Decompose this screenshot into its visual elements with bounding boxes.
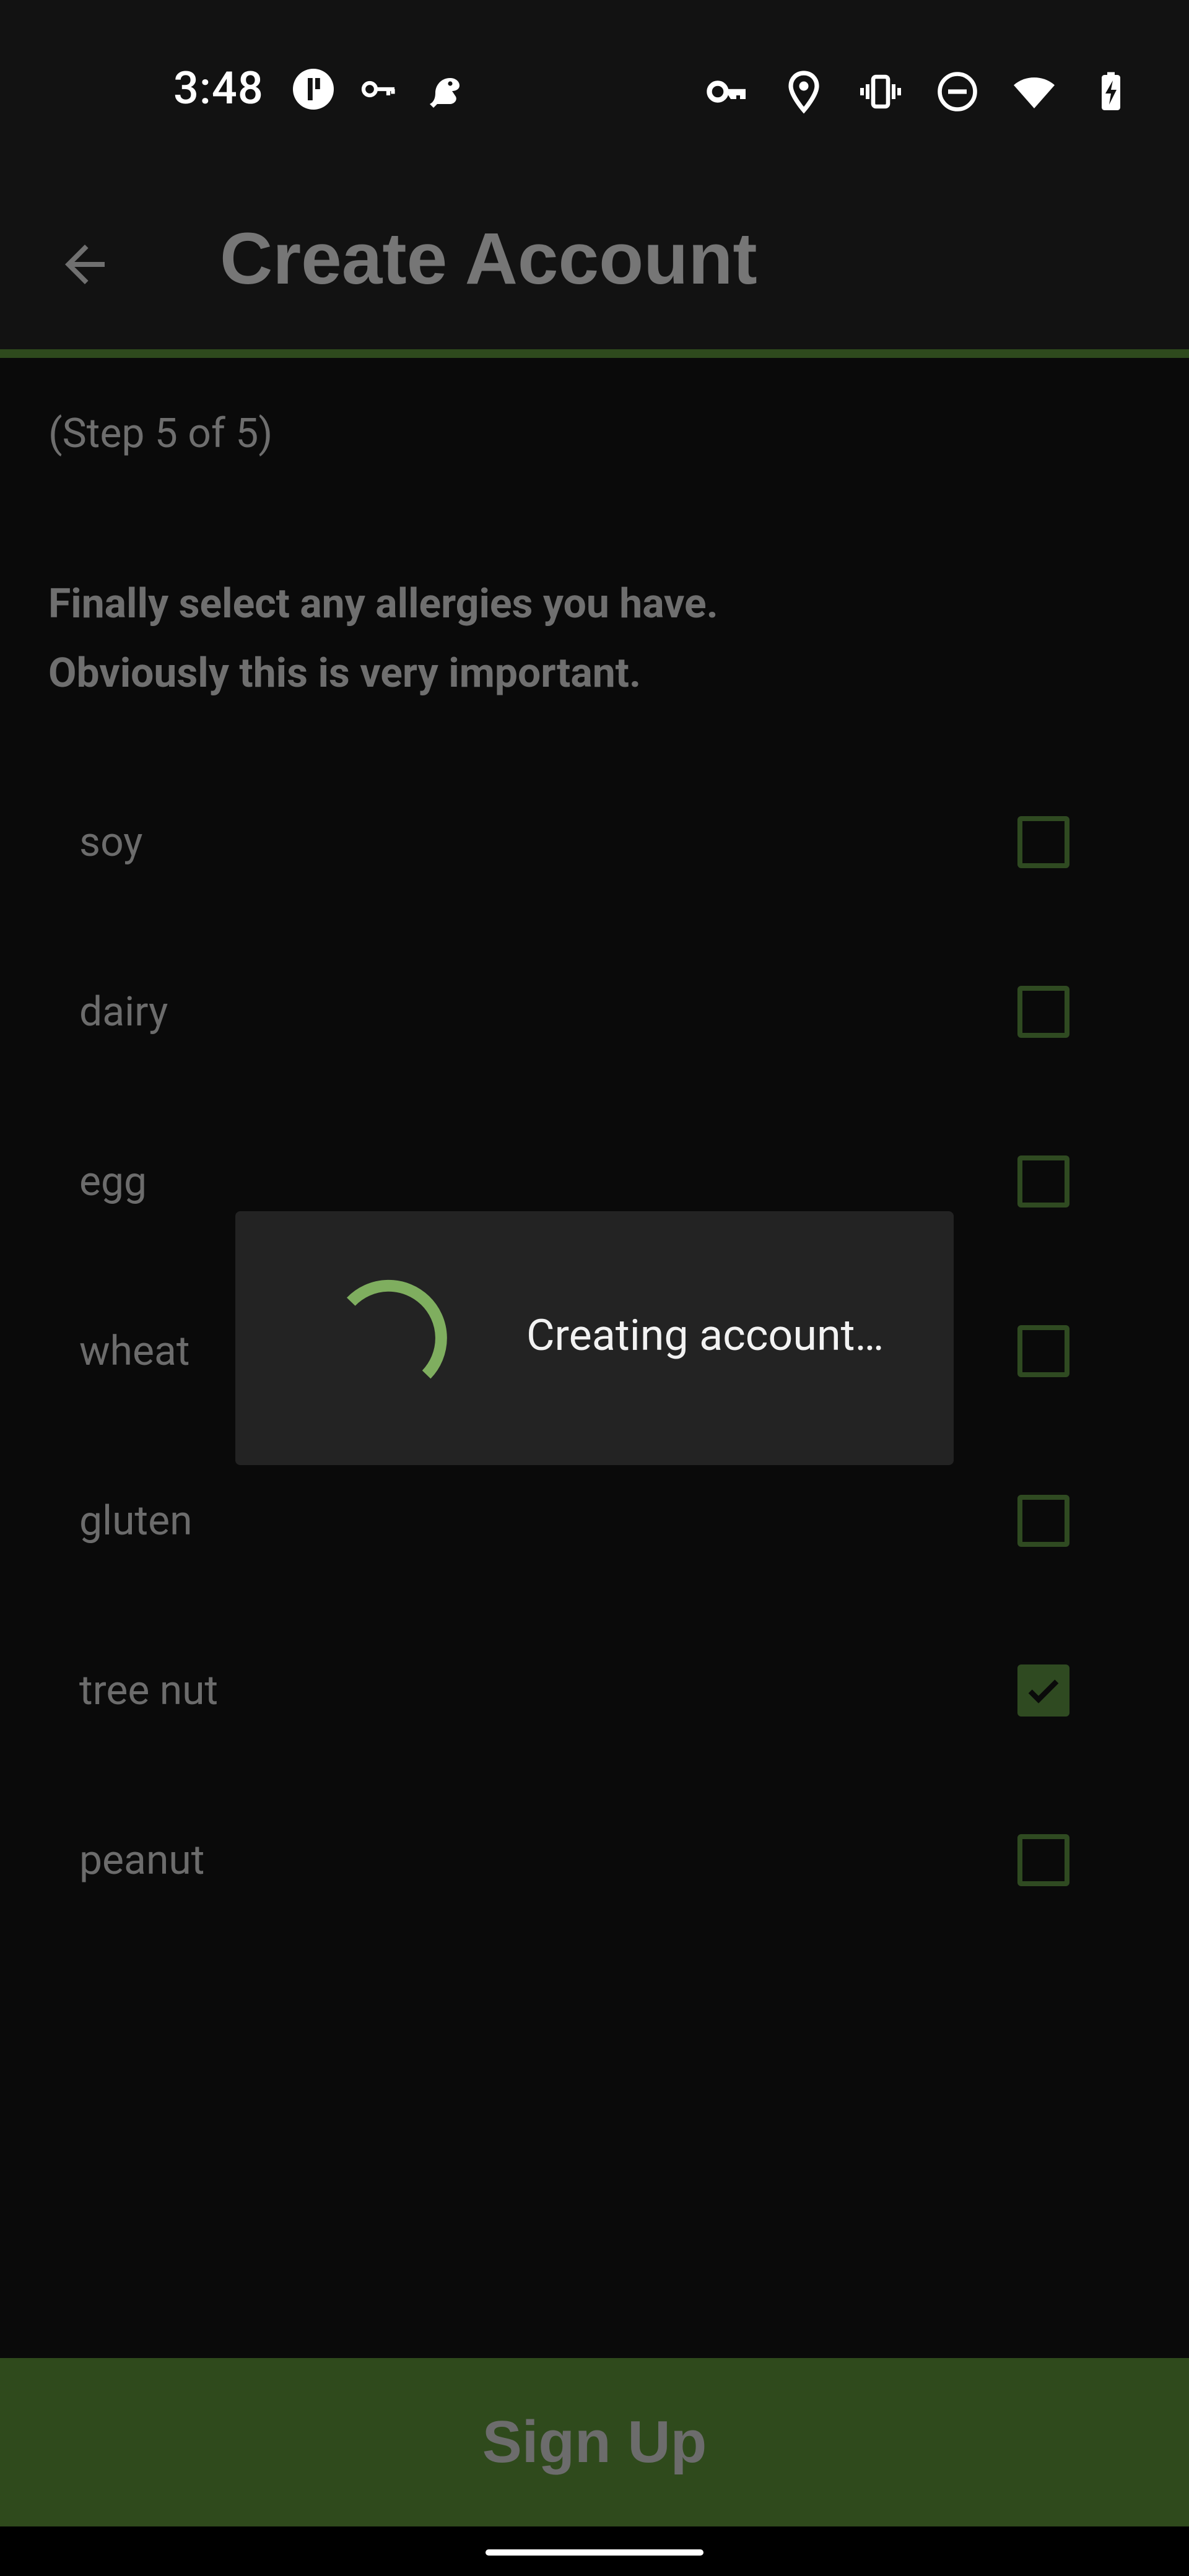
- sign-up-label: Sign Up: [482, 2409, 707, 2475]
- battery-charging-icon: [1102, 72, 1120, 110]
- progress-dialog: Creating account…: [235, 1211, 954, 1465]
- vpn-key-icon: [707, 80, 746, 103]
- allergy-label: egg: [79, 1158, 147, 1206]
- allergy-checkbox-egg[interactable]: [1017, 1155, 1069, 1208]
- allergy-checkbox-peanut[interactable]: [1017, 1834, 1069, 1886]
- allergy-checkbox-gluten[interactable]: [1017, 1495, 1069, 1547]
- step-progress-bar: [0, 349, 1189, 358]
- checkmark-icon: [1028, 1679, 1059, 1704]
- allergy-row-gluten[interactable]: gluten: [0, 1444, 1189, 1614]
- allergy-label: soy: [79, 819, 143, 866]
- wifi-icon: [1014, 77, 1055, 108]
- status-time: 3:48: [173, 62, 264, 115]
- allergy-checkbox-soy[interactable]: [1017, 816, 1069, 868]
- allergy-label: gluten: [79, 1497, 193, 1545]
- allergy-checkbox-tree-nut[interactable]: [1017, 1664, 1069, 1717]
- allergy-label: tree nut: [79, 1667, 219, 1715]
- parrot-icon: [430, 78, 459, 108]
- allergy-label: wheat: [79, 1328, 190, 1375]
- allergy-checkbox-wheat[interactable]: [1017, 1325, 1069, 1377]
- location-icon: [788, 71, 819, 114]
- dialog-message: Creating account…: [526, 1310, 884, 1361]
- loading-spinner-icon: [347, 1279, 447, 1379]
- vibrate-icon: [860, 74, 901, 109]
- arrow-back-icon: [65, 245, 105, 284]
- status-bar: 3:48: [0, 0, 1189, 180]
- allergy-checkbox-dairy[interactable]: [1017, 986, 1069, 1038]
- allergy-label: peanut: [79, 1837, 205, 1884]
- app-bar: Create Account: [0, 180, 1189, 349]
- allergy-row-peanut[interactable]: peanut: [0, 1783, 1189, 1953]
- intro-line-1: Finally select any allergies you have.: [48, 580, 718, 628]
- allergy-row-soy[interactable]: soy: [0, 765, 1189, 935]
- do-not-disturb-icon: [938, 72, 977, 111]
- intro-text: Finally select any allergies you have. O…: [48, 570, 718, 708]
- allergy-row-dairy[interactable]: dairy: [0, 935, 1189, 1105]
- status-icons-left: [291, 67, 467, 111]
- intro-line-2: Obviously this is very important.: [48, 650, 642, 697]
- back-button[interactable]: [43, 223, 126, 306]
- allergy-row-tree-nut[interactable]: tree nut: [0, 1614, 1189, 1783]
- app-notification-icon: [293, 69, 334, 110]
- step-indicator: (Step 5 of 5): [48, 410, 273, 458]
- home-indicator[interactable]: [486, 2549, 703, 2556]
- key-icon: [361, 80, 395, 98]
- allergy-label: dairy: [79, 988, 168, 1036]
- page-title: Create Account: [220, 218, 757, 300]
- sign-up-button[interactable]: Sign Up: [0, 2358, 1189, 2526]
- status-icons-right: [705, 69, 1133, 114]
